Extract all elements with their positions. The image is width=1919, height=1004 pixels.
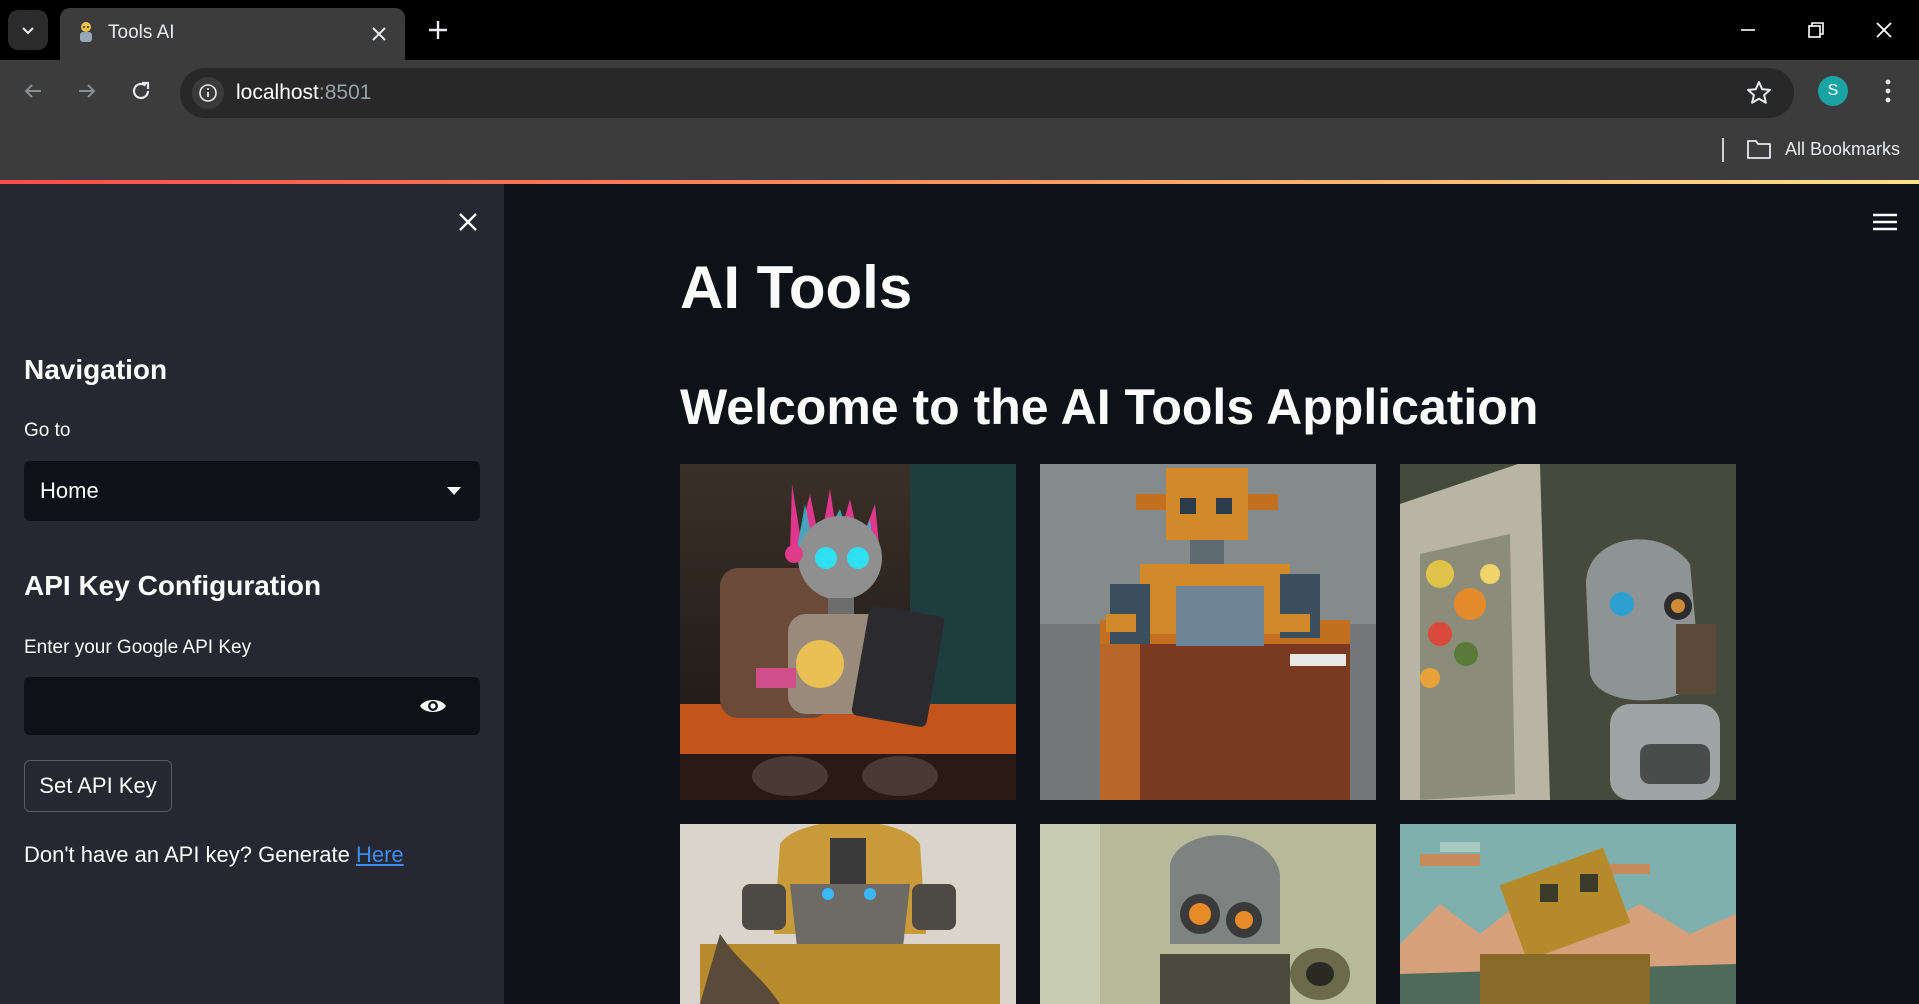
url-port: :8501 bbox=[318, 81, 372, 104]
set-api-key-button[interactable]: Set API Key bbox=[24, 760, 172, 812]
arrow-left-icon bbox=[24, 84, 41, 98]
api-key-help: Don't have an API key? Generate Here bbox=[24, 842, 404, 868]
api-key-heading: API Key Configuration bbox=[24, 570, 322, 601]
hamburger-menu-icon[interactable] bbox=[1870, 210, 1900, 234]
url-text: localhost:8501 bbox=[236, 81, 371, 105]
sidebar: Navigation Go to Home API Key Configurat… bbox=[0, 184, 504, 1004]
browser-toolbar: localhost:8501 S bbox=[0, 60, 1919, 122]
robot-tablet-image bbox=[680, 464, 1016, 800]
tab-search-button[interactable] bbox=[8, 10, 48, 50]
reload-button[interactable] bbox=[126, 76, 156, 106]
close-window-button[interactable] bbox=[1868, 14, 1900, 46]
page-select-value: Home bbox=[40, 478, 99, 503]
bookmarks-divider bbox=[1722, 138, 1724, 162]
api-key-help-text: Don't have an API key? Generate bbox=[24, 842, 356, 867]
arrow-right-icon bbox=[79, 84, 96, 98]
info-icon bbox=[199, 84, 217, 102]
reload-icon bbox=[132, 81, 150, 100]
url-host: localhost bbox=[236, 81, 319, 104]
profile-avatar[interactable]: S bbox=[1818, 76, 1848, 106]
eye-icon[interactable] bbox=[418, 693, 448, 719]
close-icon bbox=[1876, 22, 1892, 38]
bookmarks-bar: All Bookmarks bbox=[0, 122, 1919, 180]
address-bar[interactable]: localhost:8501 bbox=[180, 68, 1794, 118]
new-tab-icon[interactable] bbox=[424, 16, 452, 44]
bookmark-star-icon[interactable] bbox=[1746, 80, 1772, 106]
navigation-heading: Navigation bbox=[24, 354, 168, 385]
goto-label: Go to bbox=[24, 420, 71, 441]
folder-icon[interactable] bbox=[1746, 138, 1772, 160]
generate-key-link[interactable]: Here bbox=[356, 842, 404, 867]
pixel-robot-laptop-image bbox=[1040, 464, 1376, 800]
caret-down-icon bbox=[447, 487, 461, 495]
api-key-input[interactable] bbox=[24, 677, 480, 735]
restore-icon bbox=[1808, 22, 1824, 38]
all-bookmarks-link[interactable]: All Bookmarks bbox=[1785, 139, 1900, 160]
tab-title: Tools AI bbox=[108, 22, 175, 43]
page-subtitle: Welcome to the AI Tools Application bbox=[680, 379, 1539, 435]
minimize-button[interactable] bbox=[1732, 14, 1764, 46]
pixel-landscape-robot-image bbox=[1400, 824, 1736, 1004]
page-select[interactable]: Home bbox=[24, 461, 480, 521]
close-sidebar-icon[interactable] bbox=[454, 208, 482, 236]
minimize-icon bbox=[1741, 29, 1755, 31]
restore-button[interactable] bbox=[1800, 14, 1832, 46]
page-title: AI Tools bbox=[680, 254, 913, 321]
chevron-down-icon bbox=[22, 27, 34, 35]
browser-tab-strip: Tools AI bbox=[0, 0, 1919, 60]
more-vert-icon[interactable] bbox=[1876, 76, 1900, 106]
api-key-label: Enter your Google API Key bbox=[24, 637, 252, 658]
forward-button[interactable] bbox=[72, 76, 102, 106]
back-button[interactable] bbox=[18, 76, 48, 106]
browser-tab[interactable]: Tools AI bbox=[60, 8, 405, 60]
site-info-icon[interactable] bbox=[192, 77, 224, 109]
robot-painter-image bbox=[1400, 464, 1736, 800]
armored-robot-image bbox=[680, 824, 1016, 1004]
goggles-robot-image bbox=[1040, 824, 1376, 1004]
close-tab-icon[interactable] bbox=[367, 22, 391, 46]
app-favicon-icon bbox=[80, 22, 92, 42]
